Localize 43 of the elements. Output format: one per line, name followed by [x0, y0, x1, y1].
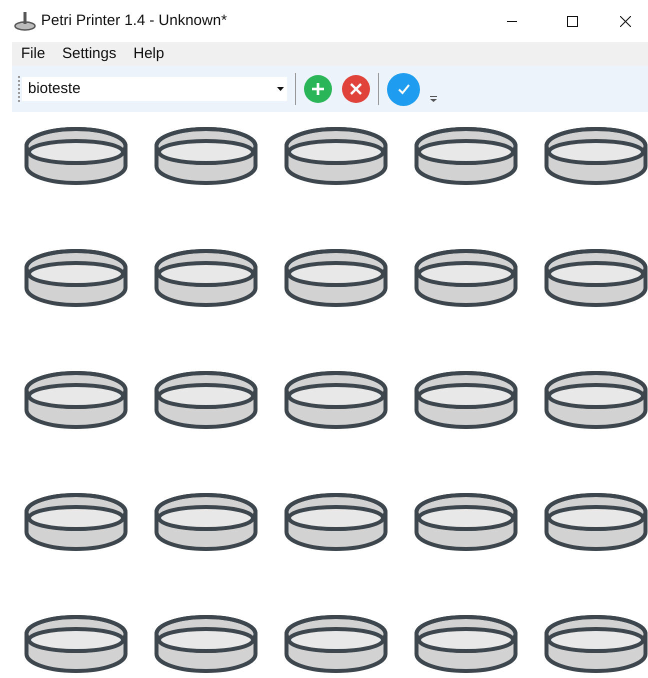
petri-dish-icon [24, 248, 128, 308]
petri-dish-icon [544, 614, 648, 674]
dropdown-value: bioteste [28, 78, 82, 99]
remove-button[interactable] [342, 75, 370, 103]
window-title: Petri Printer 1.4 - Unknown* [41, 10, 227, 31]
menu-item[interactable]: Help [133, 42, 164, 66]
petri-dish-icon [544, 370, 648, 430]
petri-dish-icon [284, 248, 388, 308]
petri-dish-icon [414, 614, 518, 674]
app-logo-icon [14, 11, 36, 31]
close-icon [620, 16, 630, 26]
caret-icon [277, 87, 284, 91]
close-icon [350, 83, 362, 95]
menu-item[interactable]: File [21, 42, 46, 66]
petri-dish-icon [414, 248, 518, 308]
petri-dish-icon [544, 248, 648, 308]
petri-dish-icon [284, 492, 388, 552]
minimize-icon [507, 20, 517, 22]
petri-dish-icon [544, 492, 648, 552]
petri-dish-icon [284, 614, 388, 674]
add-button[interactable] [304, 75, 332, 103]
petri-dish-icon [24, 126, 128, 186]
plus-icon [310, 81, 326, 97]
confirm-button[interactable] [387, 72, 420, 106]
petri-dish-icon [284, 126, 388, 186]
maximize-icon [566, 16, 578, 26]
petri-dish-icon [414, 370, 518, 430]
petri-dish-icon [284, 370, 388, 430]
profile-dropdown[interactable]: bioteste [22, 77, 287, 101]
check-icon [396, 82, 410, 96]
overflow-icon [430, 96, 437, 102]
petri-dish-icon [154, 126, 258, 186]
menu-item[interactable]: Settings [62, 42, 116, 66]
petri-dish-icon [24, 370, 128, 430]
petri-dish-icon [154, 492, 258, 552]
petri-dish-icon [544, 126, 648, 186]
petri-dish-icon [414, 126, 518, 186]
petri-dish-icon [154, 370, 258, 430]
petri-dish-icon [154, 248, 258, 308]
petri-dish-icon [24, 492, 128, 552]
petri-dish-icon [154, 614, 258, 674]
petri-dish-icon [414, 492, 518, 552]
petri-dish-icon [24, 614, 128, 674]
